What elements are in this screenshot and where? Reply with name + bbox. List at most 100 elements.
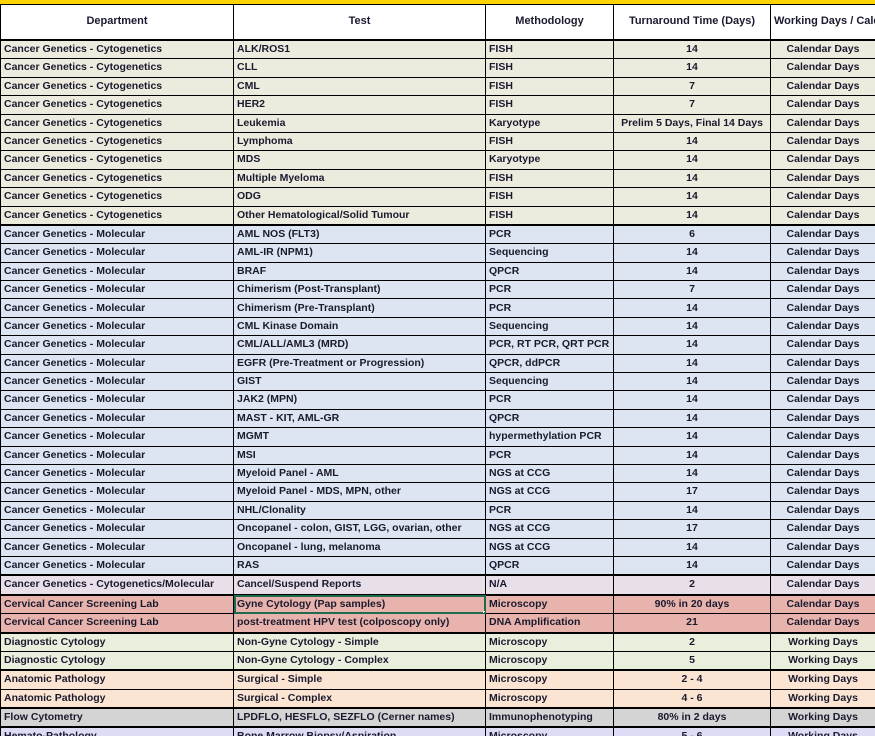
table-row[interactable]: Diagnostic Cytology Non-Gyne Cytology - C… bbox=[0, 650, 875, 672]
cell-test[interactable]: Surgical - Complex bbox=[233, 688, 486, 710]
cell-department[interactable]: Cancer Genetics - Cytogenetics bbox=[0, 150, 234, 170]
table-row[interactable]: Cancer Genetics - Molecular BRAF QPCR 14 Cal… bbox=[0, 261, 875, 282]
cell-days-type[interactable]: Calendar Days bbox=[770, 463, 875, 484]
cell-methodology[interactable]: Microscopy bbox=[485, 726, 614, 736]
cell-test[interactable]: RAS bbox=[233, 555, 486, 577]
cell-department[interactable]: Cancer Genetics - Cytogenetics bbox=[0, 187, 234, 207]
cell-turnaround[interactable]: 14 bbox=[613, 205, 771, 226]
cell-methodology[interactable]: NGS at CCG bbox=[485, 463, 614, 484]
cell-department[interactable]: Cancer Genetics - Cytogenetics bbox=[0, 205, 234, 226]
cell-turnaround[interactable]: 14 bbox=[613, 408, 771, 429]
cell-turnaround[interactable]: 14 bbox=[613, 39, 771, 60]
table-row[interactable]: Cancer Genetics - Cytogenetics Other Hema… bbox=[0, 205, 875, 226]
cell-days-type[interactable]: Working Days bbox=[770, 726, 875, 736]
table-row[interactable]: Cancer Genetics - Molecular Oncopanel - l… bbox=[0, 537, 875, 557]
cell-days-type[interactable]: Calendar Days bbox=[770, 574, 875, 596]
cell-test[interactable]: MSI bbox=[233, 445, 486, 465]
cell-days-type[interactable]: Calendar Days bbox=[770, 113, 875, 133]
cell-turnaround[interactable]: 14 bbox=[613, 500, 771, 521]
cell-days-type[interactable]: Calendar Days bbox=[770, 519, 875, 539]
cell-test[interactable]: Leukemia bbox=[233, 113, 486, 133]
cell-methodology[interactable]: hypermethylation PCR bbox=[485, 427, 614, 447]
table-row[interactable]: Cancer Genetics - Cytogenetics CLL FISH 14 C… bbox=[0, 58, 875, 78]
table-row[interactable]: Cancer Genetics - Cytogenetics MDS Karyoty… bbox=[0, 150, 875, 170]
column-header-turnaround[interactable]: Turnaround Time (Days) bbox=[613, 4, 771, 41]
cell-test[interactable]: CML bbox=[233, 76, 486, 97]
cell-methodology[interactable]: NGS at CCG bbox=[485, 519, 614, 539]
cell-days-type[interactable]: Working Days bbox=[770, 650, 875, 672]
cell-days-type[interactable]: Calendar Days bbox=[770, 223, 875, 245]
table-row[interactable]: Cervical Cancer Screening Lab Gyne Cytolo… bbox=[0, 593, 875, 615]
table-row[interactable]: Cervical Cancer Screening Lab post-treatm… bbox=[0, 613, 875, 634]
cell-days-type[interactable]: Calendar Days bbox=[770, 168, 875, 189]
cell-test[interactable]: BRAF bbox=[233, 261, 486, 282]
cell-department[interactable]: Cancer Genetics - Molecular bbox=[0, 316, 234, 337]
cell-department[interactable]: Cancer Genetics - Cytogenetics bbox=[0, 168, 234, 189]
cell-turnaround[interactable]: 5 - 6 bbox=[613, 726, 771, 736]
cell-days-type[interactable]: Calendar Days bbox=[770, 500, 875, 521]
cell-department[interactable]: Cancer Genetics - Molecular bbox=[0, 463, 234, 484]
cell-methodology[interactable]: N/A bbox=[485, 574, 614, 596]
cell-turnaround[interactable]: 90% in 20 days bbox=[613, 593, 771, 615]
cell-methodology[interactable]: PCR bbox=[485, 280, 614, 300]
table-row[interactable]: Cancer Genetics - Molecular Myeloid Panel… bbox=[0, 482, 875, 502]
cell-days-type[interactable]: Calendar Days bbox=[770, 445, 875, 465]
cell-turnaround[interactable]: 5 bbox=[613, 650, 771, 672]
cell-turnaround[interactable]: 14 bbox=[613, 353, 771, 374]
column-header-test[interactable]: Test bbox=[233, 4, 486, 41]
cell-methodology[interactable]: FISH bbox=[485, 58, 614, 78]
cell-methodology[interactable]: FISH bbox=[485, 187, 614, 207]
cell-turnaround[interactable]: 2 bbox=[613, 631, 771, 652]
cell-test[interactable]: AML-IR (NPM1) bbox=[233, 243, 486, 263]
cell-turnaround[interactable]: 17 bbox=[613, 482, 771, 502]
table-row[interactable]: Cancer Genetics - Molecular EGFR (Pre-Tre… bbox=[0, 353, 875, 374]
cell-test[interactable]: post-treatment HPV test (colposcopy only… bbox=[233, 613, 486, 634]
column-header-methodology[interactable]: Methodology bbox=[485, 4, 614, 41]
cell-test[interactable]: Myeloid Panel - MDS, MPN, other bbox=[233, 482, 486, 502]
cell-days-type[interactable]: Calendar Days bbox=[770, 187, 875, 207]
cell-methodology[interactable]: Sequencing bbox=[485, 372, 614, 392]
cell-days-type[interactable]: Calendar Days bbox=[770, 243, 875, 263]
cell-department[interactable]: Cancer Genetics - Molecular bbox=[0, 298, 234, 318]
cell-days-type[interactable]: Calendar Days bbox=[770, 482, 875, 502]
cell-methodology[interactable]: FISH bbox=[485, 76, 614, 97]
cell-department[interactable]: Cancer Genetics - Molecular bbox=[0, 353, 234, 374]
cell-methodology[interactable]: Microscopy bbox=[485, 650, 614, 672]
table-row[interactable]: Cancer Genetics - Cytogenetics Leukemia Ka… bbox=[0, 113, 875, 133]
cell-days-type[interactable]: Working Days bbox=[770, 631, 875, 652]
cell-methodology[interactable]: PCR bbox=[485, 445, 614, 465]
cell-methodology[interactable]: NGS at CCG bbox=[485, 482, 614, 502]
cell-turnaround[interactable]: 14 bbox=[613, 427, 771, 447]
cell-methodology[interactable]: PCR bbox=[485, 390, 614, 410]
cell-days-type[interactable]: Calendar Days bbox=[770, 372, 875, 392]
cell-days-type[interactable]: Calendar Days bbox=[770, 76, 875, 97]
table-row[interactable]: Cancer Genetics - Molecular GIST Sequencin… bbox=[0, 372, 875, 392]
cell-department[interactable]: Cancer Genetics - Molecular bbox=[0, 280, 234, 300]
table-row[interactable]: Cancer Genetics - Cytogenetics ALK/ROS1 FI… bbox=[0, 39, 875, 60]
cell-test[interactable]: HER2 bbox=[233, 95, 486, 115]
cell-days-type[interactable]: Calendar Days bbox=[770, 555, 875, 577]
cell-test[interactable]: Bone Marrow Biopsy/Aspiration bbox=[233, 726, 486, 736]
table-row[interactable]: Cancer Genetics - Molecular MSI PCR 14 Calen… bbox=[0, 445, 875, 465]
cell-methodology[interactable]: Microscopy bbox=[485, 688, 614, 710]
cell-methodology[interactable]: QPCR bbox=[485, 555, 614, 577]
cell-days-type[interactable]: Working Days bbox=[770, 688, 875, 710]
cell-methodology[interactable]: Sequencing bbox=[485, 243, 614, 263]
cell-department[interactable]: Cancer Genetics - Molecular bbox=[0, 261, 234, 282]
cell-turnaround[interactable]: 14 bbox=[613, 261, 771, 282]
cell-methodology[interactable]: Microscopy bbox=[485, 669, 614, 690]
table-row[interactable]: Cancer Genetics - Cytogenetics CML FISH 7 Ca… bbox=[0, 76, 875, 97]
cell-methodology[interactable]: FISH bbox=[485, 39, 614, 60]
cell-turnaround[interactable]: 7 bbox=[613, 76, 771, 97]
cell-department[interactable]: Cancer Genetics - Molecular bbox=[0, 408, 234, 429]
cell-department[interactable]: Diagnostic Cytology bbox=[0, 650, 234, 672]
cell-methodology[interactable]: PCR bbox=[485, 223, 614, 245]
cell-methodology[interactable]: FISH bbox=[485, 131, 614, 152]
cell-test[interactable]: AML NOS (FLT3) bbox=[233, 223, 486, 245]
cell-turnaround[interactable]: Prelim 5 Days, Final 14 Days bbox=[613, 113, 771, 133]
cell-test[interactable]: Chimerism (Pre-Transplant) bbox=[233, 298, 486, 318]
cell-turnaround[interactable]: 14 bbox=[613, 372, 771, 392]
cell-test[interactable]: CML Kinase Domain bbox=[233, 316, 486, 337]
cell-test[interactable]: NHL/Clonality bbox=[233, 500, 486, 521]
cell-test[interactable]: LPDFLO, HESFLO, SEZFLO (Cerner names) bbox=[233, 707, 486, 729]
